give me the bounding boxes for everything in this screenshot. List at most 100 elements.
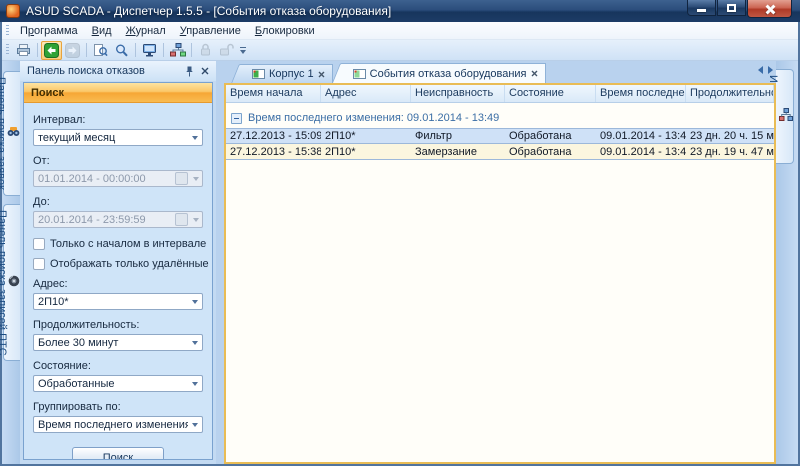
chevron-down-icon <box>190 177 202 181</box>
menu-grip <box>6 25 9 37</box>
unlock-button[interactable] <box>216 41 237 60</box>
maximize-button[interactable] <box>717 0 746 16</box>
scroll-tabs-left-button[interactable] <box>758 66 763 74</box>
minus-icon <box>234 118 239 119</box>
close-icon <box>201 67 209 75</box>
network-button[interactable] <box>167 41 188 60</box>
hierarchy-icon <box>779 108 793 121</box>
magnifier-icon <box>114 43 129 58</box>
printer-icon <box>16 43 31 57</box>
dock-tab-pts-records-search[interactable]: Панель поиска записей ПТС <box>3 204 20 362</box>
failure-events-grid: Время начала Адрес Неисправность Состоян… <box>224 83 776 464</box>
lock-closed-icon <box>199 43 212 57</box>
tab-close-button[interactable] <box>318 71 325 78</box>
menu-item-program[interactable]: Программа <box>13 23 85 39</box>
tab-korpus-1[interactable]: Корпус 1 <box>242 64 333 83</box>
collapse-group-button[interactable] <box>231 113 242 124</box>
group-row-label: Время последнего изменения: 09.01.2014 -… <box>248 112 499 124</box>
interval-select[interactable]: текущий месяц <box>33 129 203 146</box>
menu-bar: Программа Вид Журнал Управление Блокиров… <box>2 22 798 40</box>
tab-scroll-controls <box>758 66 773 74</box>
toolbar-separator <box>86 43 87 57</box>
app-icon <box>6 4 20 18</box>
address-label: Адрес: <box>33 278 203 290</box>
grid-header-row: Время начала Адрес Неисправность Состоян… <box>226 85 774 103</box>
tab-label: Корпус 1 <box>269 68 314 80</box>
column-header-last-change-time[interactable]: Время последнего и... <box>596 85 686 102</box>
dock-tab-request-search[interactable]: Панель поиска заявок <box>3 71 20 196</box>
toolbar-overflow-button[interactable] <box>240 47 246 54</box>
window-controls <box>686 0 792 18</box>
column-header-duration[interactable]: Продолжительность <box>686 85 774 102</box>
main-document-area: Корпус 1 События отказа оборудования <box>224 61 776 464</box>
group-by-select[interactable]: Время последнего изменения <box>33 416 203 433</box>
group-by-label: Группировать по: <box>33 401 203 413</box>
calendar-picker-button[interactable] <box>175 172 188 185</box>
panel-splitter[interactable] <box>216 61 224 464</box>
toolbar-separator <box>37 43 38 57</box>
show-only-deleted-checkbox[interactable] <box>33 258 45 270</box>
close-button[interactable] <box>747 0 792 18</box>
close-icon <box>765 4 775 14</box>
dock-tab-label: Панель поиска записей ПТС <box>0 210 8 356</box>
chevron-down-icon <box>188 335 202 350</box>
pin-icon <box>185 66 194 77</box>
dock-tab-view-hierarchy[interactable]: Иерархия видов <box>776 69 794 164</box>
binoculars-icon <box>7 126 20 137</box>
column-header-malfunction[interactable]: Неисправность <box>411 85 505 102</box>
panel-close-button[interactable] <box>197 64 212 79</box>
forward-arrow-icon <box>65 43 80 58</box>
search-form: Интервал: текущий месяц От: 01.01.2014 -… <box>24 103 212 459</box>
monitor-icon <box>142 43 157 57</box>
minimize-button[interactable] <box>687 0 716 16</box>
menu-item-locks[interactable]: Блокировки <box>248 23 322 39</box>
pin-button[interactable] <box>182 64 197 79</box>
menu-item-management[interactable]: Управление <box>173 23 248 39</box>
chevron-down-icon <box>190 218 202 222</box>
panel-title: Панель поиска отказов <box>27 65 182 77</box>
address-select[interactable]: 2П10* <box>33 293 203 310</box>
back-arrow-icon <box>44 43 59 58</box>
duration-select[interactable]: Более 30 минут <box>33 334 203 351</box>
interval-label: Интервал: <box>33 114 203 126</box>
tab-close-button[interactable] <box>531 70 538 77</box>
monitor-button[interactable] <box>139 41 160 60</box>
from-date-field[interactable]: 01.01.2014 - 00:00:00 <box>33 170 203 187</box>
view-window-icon <box>353 69 366 79</box>
only-start-in-interval-row: Только с началом в интервале <box>33 238 203 250</box>
toolbar-grip <box>6 44 9 56</box>
forward-button[interactable] <box>62 41 83 60</box>
left-dock-strip: Панель поиска заявок Панель поиска запис… <box>2 61 20 464</box>
print-button[interactable] <box>13 41 34 60</box>
search-button[interactable]: Поиск <box>72 447 164 459</box>
search-caption: Поиск <box>24 83 212 103</box>
toolbar <box>2 40 798 61</box>
column-header-address[interactable]: Адрес <box>321 85 411 102</box>
chevron-down-icon <box>188 376 202 391</box>
only-start-in-interval-checkbox[interactable] <box>33 238 45 250</box>
menu-item-journal[interactable]: Журнал <box>119 23 173 39</box>
failure-search-panel: Панель поиска отказов Поиск Интервал: те… <box>20 61 216 464</box>
scroll-tabs-right-button[interactable] <box>768 66 773 74</box>
calendar-picker-button[interactable] <box>175 213 188 226</box>
menu-item-view[interactable]: Вид <box>85 23 119 39</box>
column-header-state[interactable]: Состояние <box>505 85 596 102</box>
document-tab-row: Корпус 1 События отказа оборудования <box>224 61 776 83</box>
close-icon <box>318 71 325 78</box>
app-window: ASUD SCADA - Диспетчер 1.5.5 - [События … <box>0 0 800 466</box>
chevron-down-icon <box>188 294 202 309</box>
grid-body: Время последнего изменения: 09.01.2014 -… <box>226 103 774 462</box>
window-frame: Программа Вид Журнал Управление Блокиров… <box>0 22 800 466</box>
panel-header: Панель поиска отказов <box>20 61 216 81</box>
column-header-start-time[interactable]: Время начала <box>226 85 321 102</box>
tab-equipment-failure-events[interactable]: События отказа оборудования <box>343 63 546 83</box>
lock-button[interactable] <box>195 41 216 60</box>
table-row[interactable]: 27.12.2013 - 15:38 2П10* Замерзание Обра… <box>226 144 774 160</box>
table-row[interactable]: 27.12.2013 - 15:09 2П10* Фильтр Обработа… <box>226 128 774 144</box>
magnifier-button[interactable] <box>111 41 132 60</box>
back-button[interactable] <box>41 41 62 60</box>
search-document-button[interactable] <box>90 41 111 60</box>
state-select[interactable]: Обработанные <box>33 375 203 392</box>
to-date-field[interactable]: 20.01.2014 - 23:59:59 <box>33 211 203 228</box>
content-area: Панель поиска заявок Панель поиска запис… <box>2 61 798 464</box>
